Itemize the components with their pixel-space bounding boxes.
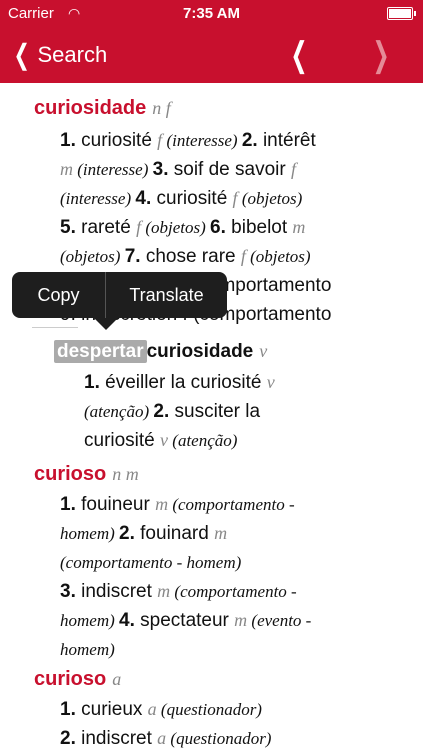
clock: 7:35 AM <box>183 5 240 22</box>
dictionary-entry: curioso a <box>32 668 403 691</box>
sense-line: homem) 2. fouinard m <box>60 523 228 544</box>
sense-line: (comportamento - homem) <box>60 553 242 572</box>
navigation-bar: ❮ Search ❮ ❯ <box>0 28 423 83</box>
sense-line: 3. indiscret m (comportamento - <box>60 581 297 602</box>
part-of-speech: n m <box>112 464 139 484</box>
sub-entry: despertar curiosidade v <box>54 340 403 363</box>
popup-pointer <box>94 318 118 330</box>
sense-line: (atenção) 2. susciter la <box>84 401 261 422</box>
part-of-speech: v <box>259 341 268 361</box>
translate-button[interactable]: Translate <box>106 272 227 318</box>
sense-line: homem) <box>60 640 115 659</box>
part-of-speech: n f <box>152 98 171 118</box>
sense-line: homem) 4. spectateur m (evento - <box>60 610 312 631</box>
entry-content[interactable]: curiosidade n f 1. curiosité f (interesse… <box>0 83 423 750</box>
sense-line: (objetos) 7. chose rare f (objetos) <box>60 246 311 267</box>
previous-entry-button[interactable]: ❮ <box>290 36 308 76</box>
sense-line: m (interesse) 3. soif de savoir f <box>60 159 296 180</box>
headword: curiosidade <box>34 97 147 119</box>
sense-line: 5. rareté f (objetos) 6. bibelot m <box>60 217 306 238</box>
sub-entry-senses: 1. éveiller la curiosité v (atenção) 2. … <box>84 368 403 455</box>
dictionary-entry: curiosidade n f <box>32 97 403 120</box>
back-button[interactable]: ❮ Search <box>10 39 108 70</box>
next-entry-button[interactable]: ❯ <box>372 36 390 76</box>
dictionary-entry: curioso n m <box>32 463 403 486</box>
selected-text-highlight[interactable]: despertar <box>54 340 147 363</box>
entry-senses: 1. fouineur m (comportamento - homem) 2.… <box>60 490 403 664</box>
headword: curioso <box>34 668 107 690</box>
part-of-speech: a <box>112 669 122 689</box>
selection-popup-menu: Copy Translate <box>12 272 227 330</box>
sense-line: 1. curiosité f (interesse) 2. intérêt <box>60 130 316 151</box>
sense-line: 1. curieux a (questionador) <box>60 699 262 720</box>
status-bar: Carrier ◠ 7:35 AM <box>0 0 423 28</box>
chevron-left-icon: ❮ <box>13 39 30 70</box>
entry-senses: 1. curieux a (questionador) 2. indiscret… <box>60 695 403 750</box>
sub-entry-headword: curiosidade <box>146 341 254 362</box>
separator <box>32 327 78 328</box>
sense-line: curiosité v (atenção) <box>84 430 238 451</box>
chevron-left-icon: ❮ <box>290 36 308 74</box>
sense-line: 1. fouineur m (comportamento - <box>60 494 295 515</box>
battery-icon <box>387 7 416 20</box>
back-button-label: Search <box>37 42 108 67</box>
headword: curioso <box>34 463 107 485</box>
copy-button[interactable]: Copy <box>12 272 105 318</box>
sense-line: 1. éveiller la curiosité v <box>84 372 275 393</box>
sense-line: (interesse) 4. curiosité f (objetos) <box>60 188 303 209</box>
sense-line: 2. indiscret a (questionador) <box>60 728 272 749</box>
chevron-right-icon: ❯ <box>372 36 390 74</box>
